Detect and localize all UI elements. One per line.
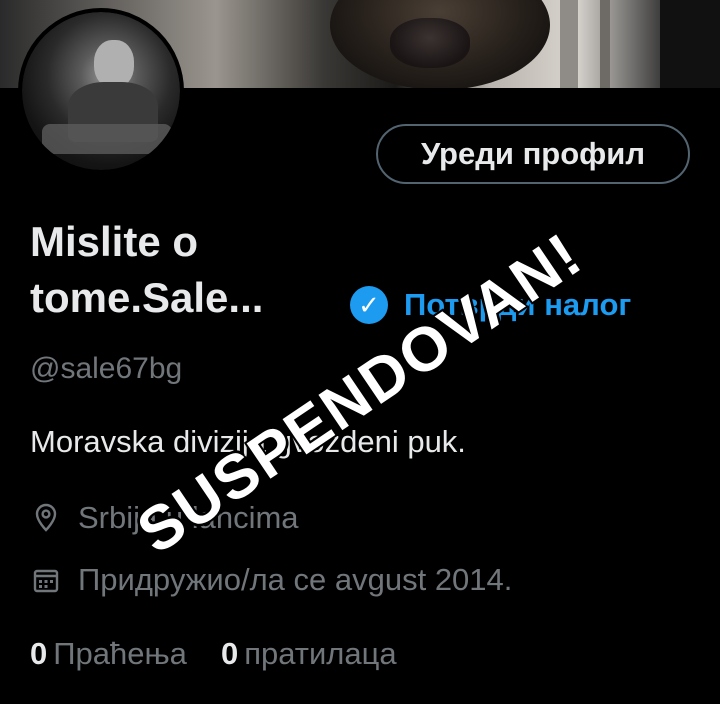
- verified-badge-icon: ✓: [350, 286, 388, 324]
- followers-stat[interactable]: 0 пратилаца: [221, 636, 397, 672]
- followers-label: пратилаца: [244, 636, 397, 671]
- location-row: Srbija u lancima: [30, 500, 299, 536]
- user-bio: Moravska divizija gvozdeni puk.: [30, 424, 466, 459]
- following-count: 0: [30, 636, 48, 671]
- display-name-line1: Mislite o: [30, 218, 199, 265]
- following-label: Праћења: [53, 636, 187, 671]
- banner-background: [660, 0, 720, 88]
- avatar-motorcycle: [42, 124, 172, 154]
- calendar-icon: [30, 564, 62, 596]
- location-pin-icon: [30, 502, 62, 534]
- display-name: Mislite o tome.Sale...: [30, 214, 263, 326]
- verify-account-link[interactable]: Потврди налог: [404, 287, 631, 323]
- following-stat[interactable]: 0 Праћења: [30, 636, 187, 672]
- joined-text: Придружио/ла се avgust 2014.: [78, 562, 513, 597]
- display-name-line2: tome.Sale...: [30, 274, 264, 321]
- avatar-photo: [22, 12, 180, 170]
- edit-profile-button[interactable]: Уреди профил: [376, 124, 690, 184]
- follow-stats: 0 Праћења 0 пратилаца: [30, 636, 397, 672]
- followers-count: 0: [220, 636, 239, 671]
- verify-row: ✓ Потврди налог: [350, 286, 631, 324]
- banner-dog-nose: [390, 18, 470, 68]
- banner-background: [560, 0, 578, 88]
- location-text: Srbija u lancima: [78, 500, 299, 535]
- joined-row: Придружио/ла се avgust 2014.: [30, 562, 512, 598]
- user-handle: @sale67bg: [30, 352, 183, 385]
- avatar[interactable]: [18, 8, 184, 174]
- banner-background: [600, 0, 610, 88]
- avatar-head: [94, 40, 134, 88]
